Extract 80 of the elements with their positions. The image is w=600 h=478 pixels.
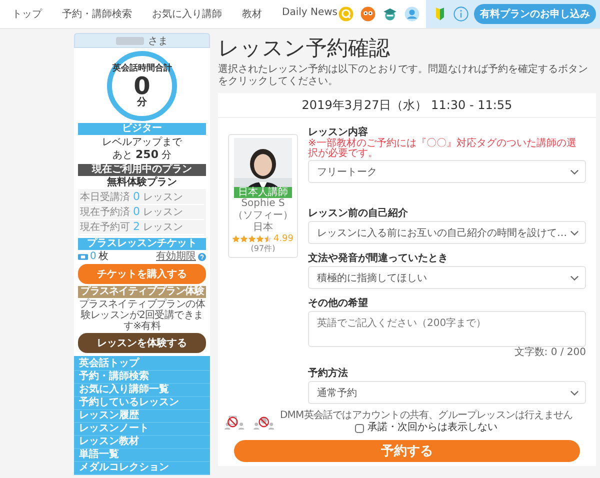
nav-link[interactable]: 教材 [242, 7, 262, 21]
ticket-icon [78, 254, 88, 260]
select-field[interactable]: 積極的に指摘してほしい [308, 266, 586, 289]
chevron-down-icon [570, 390, 579, 396]
stat-label: 本日受講済 [80, 191, 130, 204]
try-lesson-button[interactable]: レッスンを体験する [78, 333, 206, 353]
stat-value: 0 [133, 190, 140, 203]
stat-unit: レッスン [143, 221, 183, 234]
chevron-down-icon [570, 274, 579, 280]
chevron-down-icon [570, 230, 579, 236]
nav-link[interactable]: 予約・講師検索 [62, 7, 132, 21]
stat-label: 現在予約済 [80, 206, 130, 219]
field-label: 文法や発音が間違っていたとき [308, 252, 449, 265]
field-label: レッスン前の自己紹介 [308, 207, 409, 220]
field-label: レッスン内容 [308, 126, 369, 138]
levelup-label: レベルアップまで [101, 137, 183, 149]
side-menu-item[interactable]: レッスン教材 [74, 436, 210, 449]
paid-plan-button[interactable]: 有料プランのお申し込み [474, 4, 596, 24]
ticket-count: 0 [90, 250, 96, 263]
teacher-badge: 日本人講師 [234, 187, 292, 198]
graduate-icon[interactable] [382, 6, 398, 22]
side-menu-item[interactable]: 予約しているレッスン [74, 397, 210, 410]
lesson-datetime: 2019年3月27日（水） 11:30 - 11:55 [218, 93, 596, 118]
stat-unit: レッスン [143, 206, 183, 219]
teacher-name: Sophie S [241, 198, 285, 210]
page-title: レッスン予約確認 [218, 35, 391, 61]
field-note: ※一部教材のご予約には『〇〇』対応タグのついた講師の選択が必要です。 [308, 139, 578, 159]
teacher-country: 日本 [253, 222, 273, 234]
levelup-prefix: あと [112, 150, 133, 162]
page-description: 選択されたレッスン予約は以下のとおりです。問題なければ予約を確定するボタンをクリックしてください。 [218, 64, 589, 88]
stat-unit: レッスン [143, 191, 183, 204]
ticket-header: プラスレッスンチケット [78, 238, 206, 250]
field-label: その他の希望 [308, 297, 369, 310]
chevron-down-icon [570, 168, 579, 174]
side-menu-item[interactable]: 単語一覧 [74, 449, 210, 462]
teacher-name-reading: （ソフィー） [233, 210, 293, 222]
notice-text: DMM英会話ではアカウントの共有、グループレッスンは行えません [280, 410, 573, 422]
native-plan-text: プラスネイティブプランの体験レッスンが2回受講できます※有料 [78, 299, 206, 332]
side-menu-item[interactable]: 英会話トップ [74, 358, 210, 371]
rating-value: 4.99 [273, 234, 294, 244]
stat-label: 現在予約可 [80, 221, 130, 234]
agree-checkbox[interactable] [355, 424, 364, 432]
nav-link[interactable]: お気に入り講師 [152, 7, 222, 21]
blurred-username [116, 36, 144, 44]
review-count: (97件) [250, 244, 276, 254]
select-field[interactable]: レッスンに入る前にお互いの自己紹介の時間を設けて… [308, 221, 586, 244]
levelup-unit: 分 [161, 150, 172, 162]
reserve-button[interactable]: 予約する [234, 440, 580, 462]
nav-link[interactable]: トップ [12, 7, 42, 21]
plan-name: 無料体験プラン [106, 176, 178, 189]
plan-header: 現在ご利用中のプラン [78, 164, 206, 176]
stat-value: 2 [133, 220, 140, 233]
no-sharing-drawing [224, 414, 276, 430]
field-label: 予約方法 [308, 367, 349, 380]
character-counter: 文字数: 0 / 200 [514, 347, 586, 359]
checkbox-label: 承諾・次回からは表示しない [367, 422, 498, 434]
select-field[interactable]: 通常予約 [308, 381, 586, 404]
side-menu-item[interactable]: メダルコレクション [74, 462, 210, 475]
user-suffix: さま [148, 34, 168, 48]
stat-value: 0 [133, 205, 140, 218]
levelup-value: 250 [136, 149, 158, 161]
request-text-field[interactable]: 英語でご記入ください（200字まで） [308, 311, 586, 347]
total-time-unit: 分 [137, 98, 147, 108]
native-plan-header: プラスネイティブプラン体験 [78, 286, 206, 298]
level-label: ビジター [78, 123, 206, 135]
nav-link[interactable]: Daily News [282, 7, 338, 21]
select-field[interactable]: フリートーク [308, 160, 586, 183]
ticket-unit: 枚 [98, 250, 108, 263]
owl-icon[interactable] [360, 6, 376, 22]
side-menu-item[interactable]: レッスン履歴 [74, 410, 210, 423]
ticket-expiry-link[interactable]: 有効期限 [156, 250, 196, 263]
buy-ticket-button[interactable]: チケットを購入する [78, 264, 206, 284]
info-icon[interactable] [453, 6, 469, 22]
help-icon[interactable] [198, 252, 206, 260]
side-menu-item[interactable]: レッスンノート [74, 423, 210, 436]
q-badge-icon[interactable] [338, 6, 354, 22]
total-time-value: 0 [134, 74, 150, 98]
side-menu-item[interactable]: お気に入り講師一覧 [74, 384, 210, 397]
user-avatar-icon[interactable] [404, 6, 420, 22]
side-menu-item[interactable]: 予約・講師検索 [74, 371, 210, 384]
